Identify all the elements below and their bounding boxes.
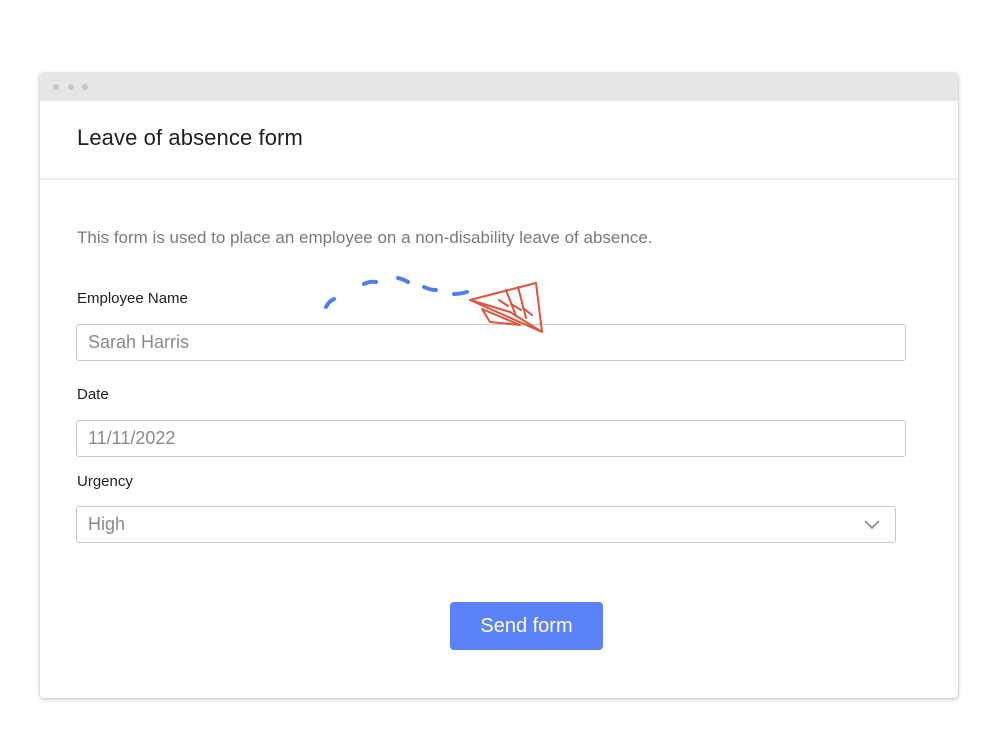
window-control-dot <box>68 84 74 90</box>
form-description: This form is used to place an employee o… <box>77 228 653 247</box>
window-control-dot <box>53 84 59 90</box>
employee-name-input[interactable] <box>76 324 906 361</box>
browser-window: Leave of absence form This form is used … <box>40 73 958 698</box>
window-titlebar <box>40 73 958 101</box>
form-header: Leave of absence form <box>40 101 958 180</box>
urgency-select[interactable]: High <box>76 506 896 543</box>
form-title: Leave of absence form <box>77 125 303 150</box>
send-form-button[interactable]: Send form <box>450 602 603 650</box>
window-control-dot <box>82 84 88 90</box>
date-input[interactable] <box>76 420 906 457</box>
employee-name-label: Employee Name <box>77 290 188 307</box>
chevron-down-icon <box>864 520 880 530</box>
urgency-label: Urgency <box>77 473 133 490</box>
urgency-selected-value: High <box>88 514 126 534</box>
date-label: Date <box>77 386 109 403</box>
